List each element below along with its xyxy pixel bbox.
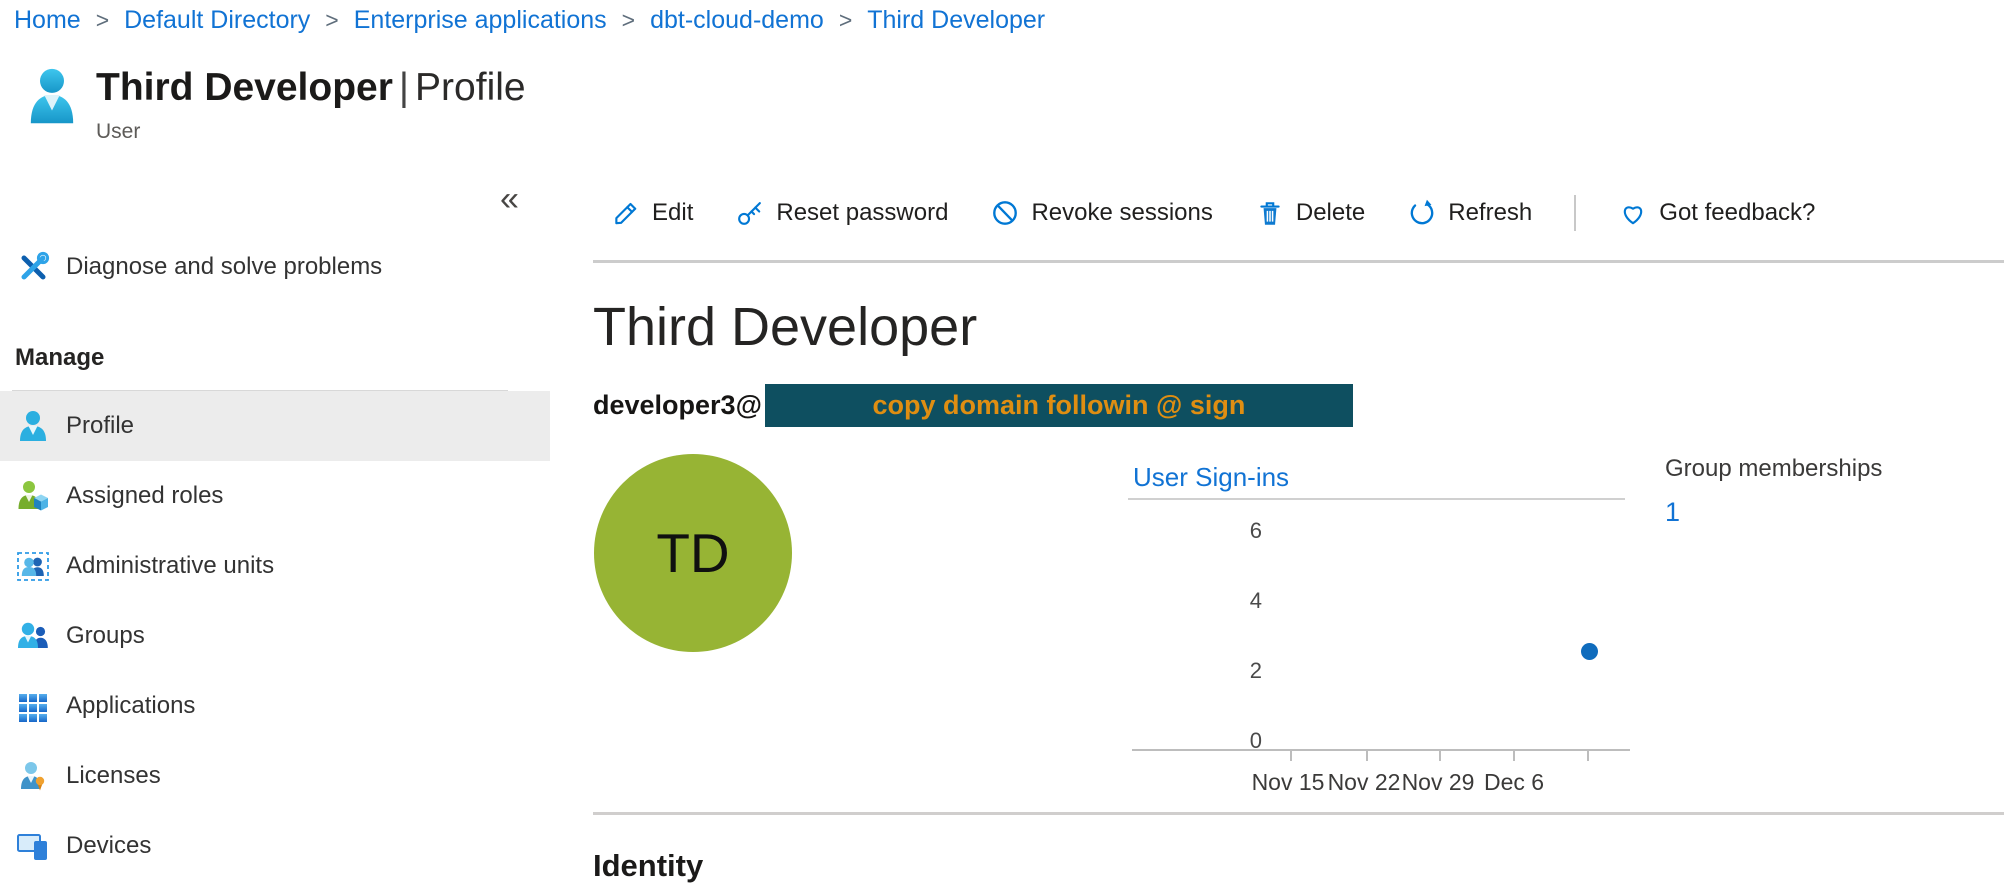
reset-password-button[interactable]: Reset password	[735, 198, 948, 228]
x-axis-tick	[1366, 751, 1368, 761]
groups-icon	[16, 619, 50, 653]
revoke-sessions-label: Revoke sessions	[1031, 199, 1212, 227]
person-icon	[16, 409, 50, 443]
group-memberships-count-link[interactable]: 1	[1665, 497, 1680, 528]
user-principal-name: developer3@ copy domain followin @ sign	[593, 384, 1353, 427]
sidebar-item-licenses[interactable]: Licenses	[0, 741, 550, 811]
breadcrumb-link-home[interactable]: Home	[14, 6, 81, 35]
sidebar-item-label: Administrative units	[66, 552, 274, 580]
refresh-icon	[1407, 198, 1437, 228]
sidebar-item-profile[interactable]: Profile	[0, 391, 550, 461]
y-axis-label: 2	[1228, 658, 1262, 684]
breadcrumb-separator: >	[325, 7, 338, 34]
admin-units-icon	[16, 549, 50, 583]
y-axis-label: 6	[1228, 518, 1262, 544]
delete-label: Delete	[1296, 199, 1365, 227]
got-feedback-label: Got feedback?	[1659, 199, 1815, 227]
sidebar-section-manage: Manage	[15, 344, 104, 372]
breadcrumb-separator: >	[96, 7, 109, 34]
sidebar-collapse-button[interactable]: «	[500, 180, 519, 219]
key-icon	[735, 198, 765, 228]
sidebar-item-label: Licenses	[66, 762, 161, 790]
breadcrumb-link-default-directory[interactable]: Default Directory	[124, 6, 310, 35]
page-subtitle: User	[96, 120, 526, 144]
revoke-sessions-button[interactable]: Revoke sessions	[990, 198, 1212, 228]
page-title-section: Profile	[415, 66, 526, 109]
sidebar-item-devices[interactable]: Devices	[0, 811, 550, 881]
page-title: Third Developer|Profile	[96, 66, 526, 110]
breadcrumb-link-enterprise-applications[interactable]: Enterprise applications	[354, 6, 607, 35]
sidebar-item-label: Profile	[66, 412, 134, 440]
sidebar-item-label: Devices	[66, 832, 151, 860]
x-axis-tick	[1439, 751, 1441, 761]
x-axis-line	[1132, 749, 1630, 751]
breadcrumb: Home > Default Directory > Enterprise ap…	[14, 6, 1045, 35]
sidebar: « Diagnose and solve problems Manage	[0, 150, 550, 884]
trash-icon	[1255, 198, 1285, 228]
x-axis-tick	[1587, 751, 1589, 761]
x-axis-tick	[1290, 751, 1292, 761]
azure-user-profile-page: Home > Default Directory > Enterprise ap…	[0, 0, 2004, 884]
refresh-label: Refresh	[1448, 199, 1532, 227]
divider	[1128, 498, 1625, 500]
user-signins-chart: User Sign-ins 6 4 2 0 Nov 15 Nov 22 Nov …	[1128, 455, 1648, 835]
breadcrumb-link-dbt-cloud-demo[interactable]: dbt-cloud-demo	[650, 6, 824, 35]
user-signins-title-link[interactable]: User Sign-ins	[1133, 462, 1289, 493]
toolbar-divider	[1574, 195, 1576, 231]
page-title-name: Third Developer	[96, 66, 393, 109]
got-feedback-button[interactable]: Got feedback?	[1618, 198, 1815, 228]
sidebar-item-administrative-units[interactable]: Administrative units	[0, 531, 550, 601]
x-axis-label: Nov 29	[1402, 769, 1475, 796]
group-memberships: Group memberships 1	[1665, 455, 1882, 528]
sidebar-item-label: Applications	[66, 692, 195, 720]
breadcrumb-separator: >	[839, 7, 852, 34]
license-badge-icon	[16, 759, 50, 793]
command-toolbar: Edit Reset password Revoke sessions Dele…	[611, 190, 1815, 236]
edit-label: Edit	[652, 199, 693, 227]
tools-icon	[16, 250, 50, 284]
sidebar-item-diagnose[interactable]: Diagnose and solve problems	[0, 232, 550, 302]
reset-password-label: Reset password	[776, 199, 948, 227]
avatar: TD	[594, 454, 792, 652]
x-axis-label: Nov 22	[1328, 769, 1401, 796]
block-icon	[990, 198, 1020, 228]
x-axis-tick	[1513, 751, 1515, 761]
user-type-icon	[28, 66, 76, 144]
page-title-separator: |	[393, 66, 415, 109]
x-axis-label: Dec 6	[1484, 769, 1544, 796]
assigned-roles-icon	[16, 479, 50, 513]
edit-button[interactable]: Edit	[611, 198, 693, 228]
delete-button[interactable]: Delete	[1255, 198, 1365, 228]
devices-icon	[16, 829, 50, 863]
redaction-overlay: copy domain followin @ sign	[765, 384, 1353, 427]
refresh-button[interactable]: Refresh	[1407, 198, 1532, 228]
sidebar-item-groups[interactable]: Groups	[0, 601, 550, 671]
sidebar-item-assigned-roles[interactable]: Assigned roles	[0, 461, 550, 531]
sidebar-nav: Profile Assigned roles	[0, 391, 550, 881]
identity-section-heading: Identity	[593, 848, 703, 884]
signin-data-point	[1581, 643, 1598, 660]
breadcrumb-separator: >	[622, 7, 635, 34]
sidebar-item-label: Assigned roles	[66, 482, 223, 510]
sidebar-item-applications[interactable]: Applications	[0, 671, 550, 741]
group-memberships-label: Group memberships	[1665, 455, 1882, 483]
x-axis-label: Nov 15	[1252, 769, 1325, 796]
heart-icon	[1618, 198, 1648, 228]
upn-prefix: developer3@	[593, 390, 762, 421]
divider	[593, 812, 2004, 815]
divider	[593, 260, 2004, 263]
pencil-icon	[611, 198, 641, 228]
sidebar-item-label: Groups	[66, 622, 145, 650]
breadcrumb-link-third-developer[interactable]: Third Developer	[867, 6, 1045, 35]
page-header: Third Developer|Profile User	[28, 66, 526, 144]
y-axis-label: 4	[1228, 588, 1262, 614]
profile-name-heading: Third Developer	[593, 296, 977, 358]
applications-grid-icon	[16, 689, 50, 723]
sidebar-item-label: Diagnose and solve problems	[66, 253, 382, 281]
